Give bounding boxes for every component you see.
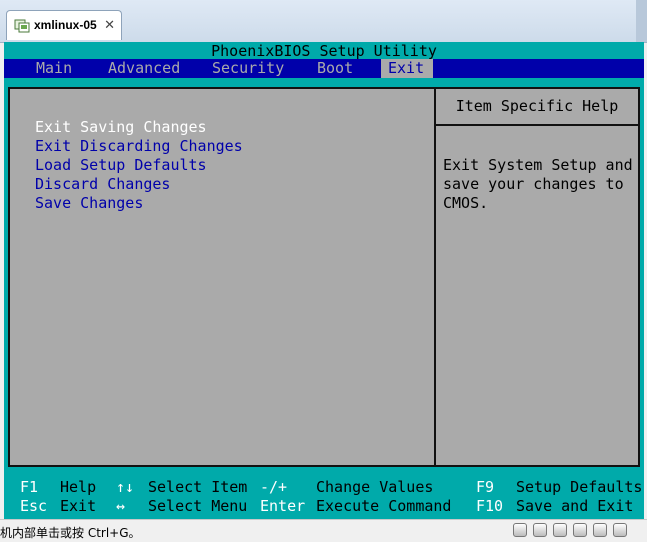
bios-footer: F1 Help ↑↓ Select Item -/+ Change Values… — [4, 478, 644, 519]
footer-desc-exit: Exit — [60, 497, 97, 515]
help-text-line: Exit System Setup and — [443, 156, 633, 174]
option-exit-saving-changes[interactable]: Exit Saving Changes — [35, 118, 207, 137]
usb-icon[interactable] — [573, 523, 587, 537]
vm-tab-strip: xmlinux-05 ✕ — [0, 0, 647, 43]
footer-desc-setup-defaults: Setup Defaults — [516, 478, 643, 496]
footer-desc-help: Help — [60, 478, 97, 496]
footer-key-f1: F1 — [20, 478, 39, 496]
footer-desc-execute-command: Execute Command — [316, 497, 452, 515]
vm-icon — [14, 19, 30, 33]
vm-tab[interactable]: xmlinux-05 ✕ — [6, 10, 122, 40]
footer-desc-select-item: Select Item — [148, 478, 248, 496]
help-title: Item Specific Help — [455, 97, 619, 115]
tabstrip-edge — [636, 0, 647, 42]
bios-title: PhoenixBIOS Setup Utility — [211, 42, 437, 60]
option-exit-discarding-changes[interactable]: Exit Discarding Changes — [35, 137, 243, 156]
option-load-setup-defaults[interactable]: Load Setup Defaults — [35, 156, 207, 175]
footer-desc-change-values: Change Values — [316, 478, 434, 496]
footer-desc-select-menu: Select Menu — [148, 497, 248, 515]
footer-key-f10: F10 — [476, 497, 504, 515]
menu-security[interactable]: Security — [212, 59, 284, 78]
vm-status-bar: 机内部单击或按 Ctrl+G。 — [0, 519, 647, 542]
vm-tab-label: xmlinux-05 — [34, 18, 97, 32]
footer-key-updown: ↑↓ — [116, 478, 135, 496]
harddisk-icon[interactable] — [513, 523, 527, 537]
option-discard-changes[interactable]: Discard Changes — [35, 175, 170, 194]
footer-key-f9: F9 — [476, 478, 495, 496]
menu-exit[interactable]: Exit — [381, 59, 433, 78]
footer-key-minusplus: -/+ — [260, 478, 288, 496]
option-save-changes[interactable]: Save Changes — [35, 194, 143, 213]
bios-menubar: Main Advanced Security Boot Exit — [4, 59, 644, 78]
bios-screen[interactable]: PhoenixBIOS Setup Utility Main Advanced … — [4, 42, 644, 519]
message-icon[interactable] — [613, 523, 627, 537]
help-title-separator — [436, 124, 638, 126]
panel-divider — [434, 89, 436, 465]
menu-advanced[interactable]: Advanced — [108, 59, 180, 78]
footer-desc-save-and-exit: Save and Exit — [516, 497, 634, 515]
cdrom-icon[interactable] — [533, 523, 547, 537]
network-icon[interactable] — [553, 523, 567, 537]
bios-content-frame: Exit Saving Changes Exit Discarding Chan… — [8, 87, 640, 467]
menu-main[interactable]: Main — [36, 59, 72, 78]
status-hint: 机内部单击或按 Ctrl+G。 — [0, 526, 141, 540]
footer-key-enter: Enter — [260, 497, 306, 515]
footer-key-leftright: ↔ — [116, 497, 126, 515]
menu-boot[interactable]: Boot — [317, 59, 353, 78]
close-icon[interactable]: ✕ — [104, 17, 115, 33]
help-text-line: CMOS. — [443, 194, 489, 212]
help-text-line: save your changes to — [443, 175, 624, 193]
sound-icon[interactable] — [593, 523, 607, 537]
footer-key-esc: Esc — [20, 497, 48, 515]
